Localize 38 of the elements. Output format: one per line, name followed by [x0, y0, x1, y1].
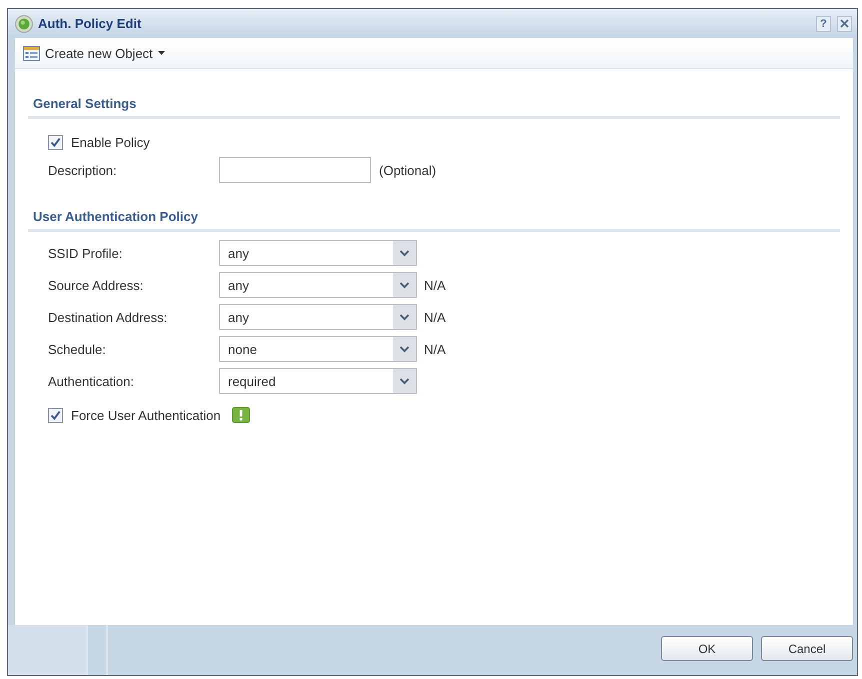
dropdown-field[interactable]: any — [219, 272, 417, 298]
checkbox[interactable] — [48, 408, 63, 422]
field-label: SSID Profile: — [48, 246, 124, 260]
field-label: Authentication: — [48, 374, 136, 388]
dialog-button[interactable]: OK — [661, 636, 753, 661]
field-label: Description: — [48, 162, 118, 178]
close-button[interactable] — [837, 16, 852, 32]
dropdown-field[interactable]: none — [219, 336, 417, 362]
section-heading: General Settings — [33, 96, 136, 112]
field-note: N/A — [424, 342, 446, 356]
checkbox-label: Force User Authentication — [71, 408, 221, 422]
checkbox[interactable] — [48, 134, 63, 150]
field-label: Schedule: — [48, 342, 107, 356]
chevron-down-icon — [393, 369, 416, 393]
text-input-field[interactable] — [219, 157, 371, 183]
caret-icon — [158, 51, 165, 55]
dropdown-field[interactable]: any — [219, 304, 417, 330]
field-note: N/A — [424, 278, 446, 292]
chevron-down-icon — [393, 273, 416, 297]
dropdown-field[interactable]: required — [219, 368, 417, 394]
window-title: Auth. Policy Edit — [38, 16, 142, 31]
section-heading: User Authentication Policy — [33, 209, 198, 225]
create-object-menu-button[interactable]: Create new Object — [23, 46, 165, 60]
field-label: Destination Address: — [48, 310, 168, 324]
close-icon — [840, 19, 849, 28]
dialog-button[interactable]: Cancel — [761, 636, 853, 661]
circle-icon — [15, 14, 33, 32]
field-note: N/A — [424, 310, 446, 324]
chevron-down-icon — [393, 305, 416, 329]
checkbox-label: Enable Policy — [71, 134, 150, 150]
chevron-down-icon — [393, 241, 416, 265]
table-icon — [23, 46, 40, 60]
dropdown-field[interactable]: any — [219, 240, 417, 266]
help-button[interactable]: ? — [816, 16, 831, 32]
field-label: Source Address: — [48, 278, 144, 292]
footer-separator — [86, 625, 108, 675]
field-note: (Optional) — [379, 162, 436, 178]
chevron-down-icon — [393, 337, 416, 361]
